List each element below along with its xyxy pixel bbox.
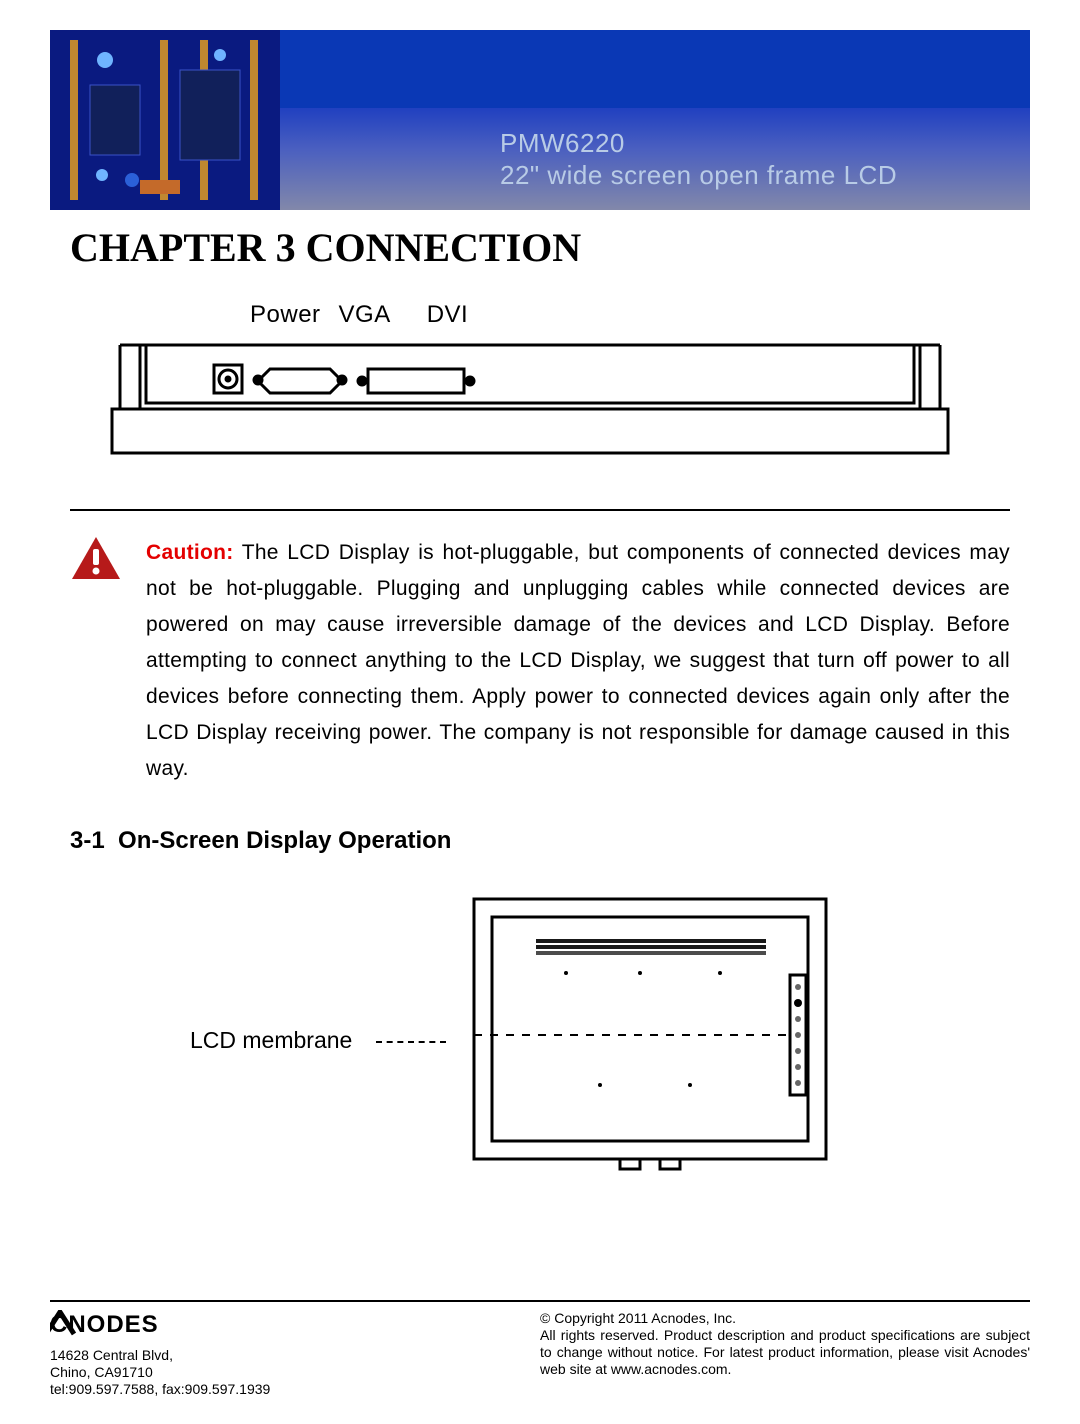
page-footer: CNODES 14628 Central Blvd, Chino, CA9171… [50, 1300, 1030, 1398]
footer-copyright: © Copyright 2011 Acnodes, Inc. [540, 1310, 1030, 1327]
caution-icon [70, 535, 122, 583]
brand-logo-icon: CNODES [50, 1310, 220, 1338]
footer-address-1: 14628 Central Blvd, [50, 1347, 270, 1364]
product-subtitle: 22" wide screen open frame LCD [500, 159, 1030, 191]
port-label-dvi: DVI [427, 301, 469, 329]
port-labels: Power VGA DVI [250, 301, 1010, 329]
footer-address-3: tel:909.597.7588, fax:909.597.1939 [50, 1381, 270, 1398]
horizontal-rule [70, 509, 1010, 511]
footer-right: © Copyright 2011 Acnodes, Inc. All right… [540, 1310, 1030, 1398]
page-content: CHAPTER 3 CONNECTION Power VGA DVI [70, 224, 1010, 1185]
port-diagram [110, 339, 970, 459]
footer-disclaimer: All rights reserved. Product description… [540, 1327, 1030, 1378]
chapter-title: CHAPTER 3 CONNECTION [70, 224, 1010, 271]
header-banner: PMW6220 22" wide screen open frame LCD [50, 30, 1030, 210]
header-photo [50, 30, 280, 210]
footer-brand: CNODES [50, 1310, 270, 1345]
caution-block: Caution: The LCD Display is hot-pluggabl… [70, 535, 1010, 787]
section-heading: 3-1 On-Screen Display Operation [70, 827, 1010, 855]
caution-text: Caution: The LCD Display is hot-pluggabl… [146, 535, 1010, 787]
osd-label: LCD membrane [190, 1027, 352, 1054]
caution-body: The LCD Display is hot-pluggable, but co… [146, 541, 1010, 780]
footer-left: CNODES 14628 Central Blvd, Chino, CA9171… [50, 1310, 270, 1398]
caution-label: Caution: [146, 541, 234, 564]
osd-leader-line [376, 1041, 446, 1043]
osd-diagram [470, 895, 830, 1185]
product-model: PMW6220 [500, 127, 1030, 159]
footer-address-2: Chino, CA91710 [50, 1364, 270, 1381]
footer-rule [50, 1300, 1030, 1302]
port-label-vga: VGA [339, 301, 391, 329]
osd-row: LCD membrane [190, 895, 1010, 1185]
section-title: On-Screen Display Operation [118, 827, 451, 854]
port-label-power: Power [250, 301, 321, 329]
section-number: 3-1 [70, 827, 105, 854]
